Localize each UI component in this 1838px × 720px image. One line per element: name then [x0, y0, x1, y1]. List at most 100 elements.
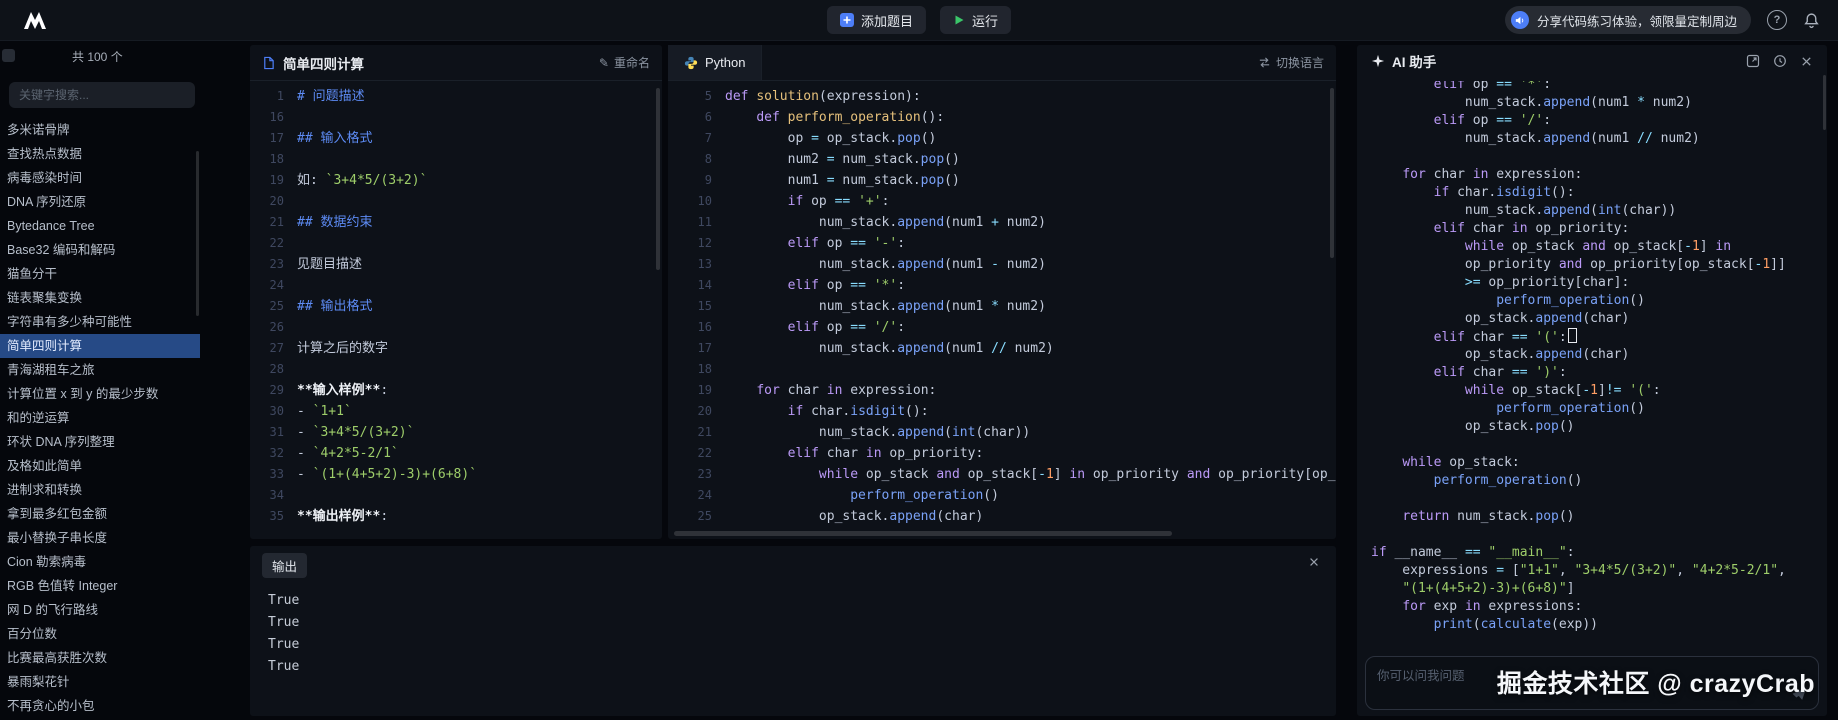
app-logo[interactable]: [22, 9, 48, 31]
sidebar-item[interactable]: RGB 色值转 Integer: [0, 574, 200, 598]
description-line: 28: [250, 359, 662, 380]
list-icon[interactable]: [2, 49, 15, 62]
code-text: num_stack.append(int(char)): [725, 422, 1336, 443]
add-problem-button[interactable]: 添加题目: [827, 6, 926, 34]
sidebar-item[interactable]: 猫鱼分干: [0, 262, 200, 286]
sidebar-item[interactable]: 多米诺骨牌: [0, 118, 200, 142]
assistant-code-line: [1371, 436, 1819, 454]
output-line: True: [250, 612, 1336, 634]
sidebar-item[interactable]: Bytedance Tree: [0, 214, 200, 238]
promo-banner[interactable]: 分享代码练习体验，领限量定制周边: [1505, 6, 1751, 34]
help-icon[interactable]: ?: [1767, 10, 1787, 30]
description-line: 26: [250, 317, 662, 338]
bell-icon[interactable]: [1803, 12, 1820, 29]
description-line: 21## 数据约束: [250, 212, 662, 233]
code-text: num1 = num_stack.pop(): [725, 170, 1336, 191]
tab-python[interactable]: Python: [668, 45, 762, 80]
sparkle-icon: [1371, 54, 1385, 68]
open-in-editor-icon[interactable]: [1746, 54, 1760, 68]
sidebar-item[interactable]: 环状 DNA 序列整理: [0, 430, 200, 454]
run-button[interactable]: 运行: [940, 6, 1011, 34]
editor-line: 10 if op == '+':: [668, 191, 1336, 212]
sidebar-item[interactable]: 进制求和转换: [0, 478, 200, 502]
description-line: 27计算之后的数字: [250, 338, 662, 359]
history-icon[interactable]: [1773, 54, 1787, 68]
sidebar-item[interactable]: 字符串有多少种可能性: [0, 310, 200, 334]
code-text: def solution(expression):: [725, 86, 1336, 107]
assistant-close-icon[interactable]: [1800, 55, 1813, 68]
switch-language-button[interactable]: 切换语言: [1258, 54, 1336, 71]
assistant-code-line: if __name__ == "__main__":: [1371, 544, 1819, 562]
code-text: perform_operation(): [725, 485, 1336, 506]
line-number: 19: [250, 170, 297, 191]
assistant-code-line: [1371, 148, 1819, 166]
rename-button[interactable]: ✎ 重命名: [599, 54, 650, 71]
sidebar-item[interactable]: 链表聚集变换: [0, 286, 200, 310]
sidebar-scrollbar[interactable]: [196, 151, 199, 316]
description-scrollbar[interactable]: [656, 88, 660, 270]
description-line: 35**输出样例**:: [250, 506, 662, 527]
assistant-code-line: elif op == '*':: [1371, 81, 1819, 94]
assistant-code-line: elif op == '/':: [1371, 112, 1819, 130]
sidebar-item[interactable]: 不再贪心的小包: [0, 694, 200, 718]
assistant-code-line: elif char in op_priority:: [1371, 220, 1819, 238]
line-number: 23: [668, 464, 725, 485]
description-text: - `4+2*5-2/1`: [297, 443, 662, 464]
sidebar-item[interactable]: 病毒感染时间: [0, 166, 200, 190]
sidebar-item[interactable]: 及格如此简单: [0, 454, 200, 478]
assistant-code-line: return num_stack.pop(): [1371, 508, 1819, 526]
line-number: 18: [250, 149, 297, 170]
description-lines[interactable]: 1# 问题描述1617## 输入格式1819如: `3+4*5/(3+2)`20…: [250, 81, 662, 539]
editor-vertical-scrollbar[interactable]: [1330, 88, 1334, 258]
sidebar-item[interactable]: 暴雨梨花针: [0, 670, 200, 694]
line-number: 14: [668, 275, 725, 296]
assistant-code-line: for exp in expressions:: [1371, 598, 1819, 616]
output-close-icon[interactable]: [1308, 556, 1320, 568]
assistant-code-line: while op_stack[-1]!= '(':: [1371, 382, 1819, 400]
description-text: [297, 107, 662, 128]
watermark: 掘金技术社区 @ crazyCrab: [1497, 664, 1815, 700]
line-number: 10: [668, 191, 725, 212]
editor-horizontal-scrollbar[interactable]: [674, 531, 1172, 536]
code-text: if char.isdigit():: [725, 401, 1336, 422]
assistant-code[interactable]: elif op == '*': num_stack.append(num1 * …: [1371, 81, 1819, 650]
editor-line: 11 num_stack.append(num1 + num2): [668, 212, 1336, 233]
sidebar-item[interactable]: 百分位数: [0, 622, 200, 646]
assistant-scrollbar[interactable]: [1823, 75, 1826, 130]
sidebar-item[interactable]: Cion 勒索病毒: [0, 550, 200, 574]
description-line: 16: [250, 107, 662, 128]
line-number: 16: [250, 107, 297, 128]
description-line: 31- `3+4*5/(3+2)`: [250, 422, 662, 443]
sidebar-item[interactable]: 查找热点数据: [0, 142, 200, 166]
text-cursor: [1568, 328, 1577, 343]
editor-lines[interactable]: 5def solution(expression):6 def perform_…: [668, 81, 1336, 539]
line-number: 28: [250, 359, 297, 380]
assistant-code-line: for char in expression:: [1371, 166, 1819, 184]
description-text: **输入样例**:: [297, 380, 662, 401]
sidebar-item[interactable]: 拿到最多红包金额: [0, 502, 200, 526]
line-number: 34: [250, 485, 297, 506]
editor-line: 9 num1 = num_stack.pop(): [668, 170, 1336, 191]
sidebar-item[interactable]: 比赛最高获胜次数: [0, 646, 200, 670]
editor-line: 20 if char.isdigit():: [668, 401, 1336, 422]
editor-line: 8 num2 = num_stack.pop(): [668, 149, 1336, 170]
line-number: 15: [668, 296, 725, 317]
description-panel: 简单四则计算 ✎ 重命名 1# 问题描述1617## 输入格式1819如: `3…: [250, 45, 662, 539]
sidebar-item[interactable]: Base32 编码和解码: [0, 238, 200, 262]
sidebar-item[interactable]: 简单四则计算: [0, 334, 200, 358]
sidebar-item[interactable]: 计算位置 x 到 y 的最少步数: [0, 382, 200, 406]
search-input[interactable]: [9, 82, 195, 108]
sidebar-item[interactable]: DNA 序列还原: [0, 190, 200, 214]
assistant-code-line: op_stack.append(char): [1371, 310, 1819, 328]
rename-label: 重命名: [614, 54, 650, 71]
problem-count: 共 100 个: [72, 48, 123, 65]
line-number: 25: [668, 506, 725, 527]
description-line: 25## 输出格式: [250, 296, 662, 317]
sidebar-item[interactable]: 网 D 的飞行路线: [0, 598, 200, 622]
code-text: if op == '+':: [725, 191, 1336, 212]
output-tab[interactable]: 输出: [262, 553, 307, 578]
sidebar-item[interactable]: 和的逆运算: [0, 406, 200, 430]
sidebar-item[interactable]: 最小替换子串长度: [0, 526, 200, 550]
line-number: 5: [668, 86, 725, 107]
sidebar-item[interactable]: 青海湖租车之旅: [0, 358, 200, 382]
